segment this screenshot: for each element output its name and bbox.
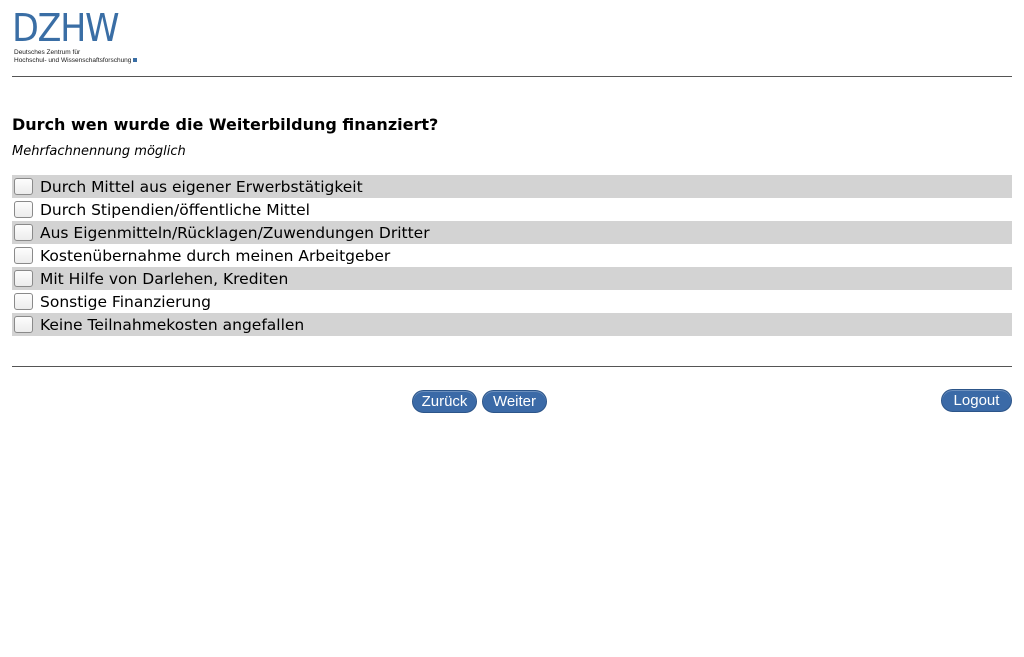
logo-wordmark: DZHW [12, 6, 120, 50]
option-row[interactable]: Mit Hilfe von Darlehen, Krediten [12, 267, 1012, 290]
back-button[interactable]: Zurück [412, 390, 477, 413]
checkbox[interactable] [14, 178, 33, 195]
dzhw-logo: DZHW Deutsches Zentrum für Hochschul- un… [12, 9, 146, 67]
checkbox[interactable] [14, 224, 33, 241]
option-row[interactable]: Aus Eigenmitteln/Rücklagen/Zuwendungen D… [12, 221, 1012, 244]
option-label: Mit Hilfe von Darlehen, Krediten [40, 269, 289, 288]
option-label: Sonstige Finanzierung [40, 292, 211, 311]
checkbox[interactable] [14, 316, 33, 333]
question-title: Durch wen wurde die Weiterbildung finanz… [12, 115, 439, 134]
logo-square-icon [133, 58, 138, 63]
answer-options: Durch Mittel aus eigener Erwerbstätigkei… [12, 175, 1012, 336]
option-row[interactable]: Keine Teilnahmekosten angefallen [12, 313, 1012, 336]
option-row[interactable]: Kostenübernahme durch meinen Arbeitgeber [12, 244, 1012, 267]
checkbox[interactable] [14, 270, 33, 287]
option-label: Durch Stipendien/öffentliche Mittel [40, 200, 310, 219]
next-button[interactable]: Weiter [482, 390, 547, 413]
option-row[interactable]: Durch Stipendien/öffentliche Mittel [12, 198, 1012, 221]
option-row[interactable]: Durch Mittel aus eigener Erwerbstätigkei… [12, 175, 1012, 198]
option-label: Durch Mittel aus eigener Erwerbstätigkei… [40, 177, 363, 196]
option-label: Aus Eigenmitteln/Rücklagen/Zuwendungen D… [40, 223, 430, 242]
option-label: Kostenübernahme durch meinen Arbeitgeber [40, 246, 391, 265]
checkbox[interactable] [14, 247, 33, 264]
question-instruction: Mehrfachnennung möglich [12, 144, 186, 159]
option-label: Keine Teilnahmekosten angefallen [40, 315, 305, 334]
survey-page: DZHW Deutsches Zentrum für Hochschul- un… [0, 0, 1024, 657]
logo-subtitle-line2: Hochschul- und Wissenschaftsforschung [14, 57, 138, 65]
logo-subtitle-line1: Deutsches Zentrum für [14, 49, 81, 56]
checkbox[interactable] [14, 293, 33, 310]
footer-divider [12, 366, 1012, 367]
option-row[interactable]: Sonstige Finanzierung [12, 290, 1012, 313]
logout-button[interactable]: Logout [941, 389, 1012, 412]
checkbox[interactable] [14, 201, 33, 218]
header-divider [12, 76, 1012, 77]
